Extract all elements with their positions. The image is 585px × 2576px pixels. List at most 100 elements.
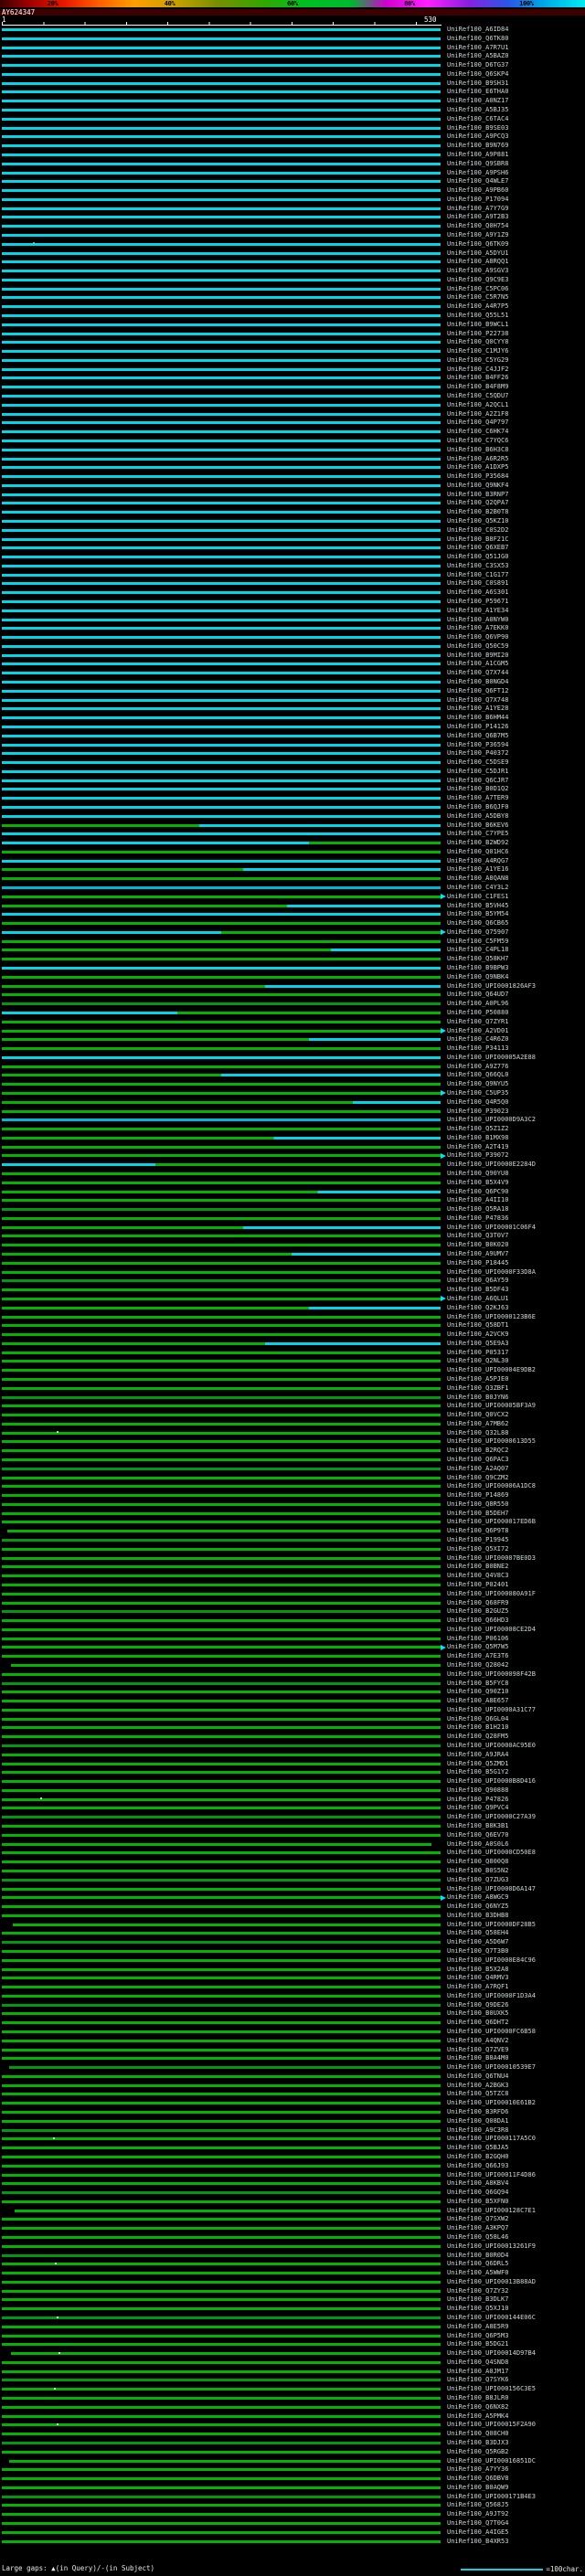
alignment-bar[interactable] bbox=[2, 2504, 441, 2507]
alignment-bar[interactable] bbox=[2, 1270, 441, 1274]
hit-label[interactable]: UniRef100_UPI000080A91F bbox=[447, 1590, 584, 1599]
alignment-bar[interactable] bbox=[2, 135, 441, 139]
alignment-bar[interactable] bbox=[2, 1279, 441, 1283]
hit-label[interactable]: UniRef100_UPI0000E2284D bbox=[447, 1161, 584, 1170]
hit-label[interactable]: UniRef100_A4QNV2 bbox=[447, 2037, 584, 2046]
hit-label[interactable]: UniRef100_UPI0000FC6B58 bbox=[447, 2028, 584, 2037]
hit-label[interactable]: UniRef100_UPI00007BE0D3 bbox=[447, 1554, 584, 1564]
hit-label[interactable]: UniRef100_Q5XI72 bbox=[447, 1545, 584, 1554]
alignment-bar[interactable] bbox=[2, 779, 441, 782]
alignment-bar[interactable] bbox=[2, 2182, 441, 2186]
hit-label[interactable]: UniRef100_A7R7U1 bbox=[447, 44, 584, 53]
alignment-bar[interactable] bbox=[11, 2352, 441, 2356]
hit-label[interactable]: UniRef100_UPI00004E9DB2 bbox=[447, 1366, 584, 1375]
alignment-bar[interactable] bbox=[2, 1691, 441, 1694]
alignment-bar[interactable] bbox=[2, 2057, 441, 2061]
hit-label[interactable]: UniRef100_UPI0000AC95E0 bbox=[447, 1742, 584, 1751]
alignment-bar[interactable] bbox=[2, 2513, 441, 2517]
alignment-bar[interactable] bbox=[2, 2003, 441, 2007]
hit-label[interactable]: UniRef100_Q7ZYR1 bbox=[447, 1018, 584, 1027]
alignment-bar[interactable] bbox=[2, 2083, 441, 2087]
hit-label[interactable]: UniRef100_UPI0000D9A3C2 bbox=[447, 1116, 584, 1125]
alignment-bar[interactable] bbox=[2, 528, 441, 532]
alignment-bar[interactable] bbox=[2, 296, 441, 300]
hit-label[interactable]: UniRef100_A6QLU1 bbox=[447, 1295, 584, 1304]
alignment-bar[interactable] bbox=[2, 475, 441, 479]
hit-label[interactable]: UniRef100_Q7SYK6 bbox=[447, 2376, 584, 2385]
hit-label[interactable]: UniRef100_A9T2B3 bbox=[447, 213, 584, 222]
alignment-bar[interactable] bbox=[2, 2227, 441, 2231]
alignment-bar[interactable] bbox=[2, 1592, 441, 1595]
alignment-bar[interactable] bbox=[2, 1744, 441, 1747]
alignment-bar[interactable] bbox=[2, 2414, 441, 2418]
hit-label[interactable]: UniRef100_C5UP35 bbox=[447, 1089, 584, 1098]
alignment-bar[interactable] bbox=[9, 2066, 441, 2070]
hit-label[interactable]: UniRef100_Q5KZ10 bbox=[447, 517, 584, 526]
hit-label[interactable]: UniRef100_B5X4V9 bbox=[447, 1179, 584, 1188]
hit-label[interactable]: UniRef100_Q28FM5 bbox=[447, 1733, 584, 1742]
hit-label[interactable]: UniRef100_Q5Z1Z2 bbox=[447, 1125, 584, 1134]
hit-label[interactable]: UniRef100_A7TER9 bbox=[447, 794, 584, 803]
alignment-bar[interactable] bbox=[2, 1431, 441, 1435]
hit-label[interactable]: UniRef100_UPI0000C27A39 bbox=[447, 1813, 584, 1822]
alignment-bar[interactable] bbox=[2, 341, 441, 345]
hit-label[interactable]: UniRef100_B5XFN0 bbox=[447, 2198, 584, 2207]
alignment-bar[interactable] bbox=[2, 1726, 441, 1730]
alignment-bar[interactable] bbox=[2, 1958, 441, 1962]
hit-label[interactable]: UniRef100_UPI0000A31C77 bbox=[447, 1706, 584, 1715]
hit-label[interactable]: UniRef100_A2BGK3 bbox=[447, 2082, 584, 2091]
hit-label[interactable]: UniRef100_B3DJX3 bbox=[447, 2439, 584, 2448]
alignment-bar[interactable] bbox=[2, 1565, 441, 1569]
hit-label[interactable]: UniRef100_UPI0000B8D416 bbox=[447, 1777, 584, 1786]
hit-label[interactable]: UniRef100_Q6FT12 bbox=[447, 687, 584, 696]
alignment-bar[interactable] bbox=[2, 403, 441, 407]
hit-label[interactable]: UniRef100_B3RFD6 bbox=[447, 2108, 584, 2117]
alignment-bar[interactable] bbox=[2, 1887, 441, 1891]
alignment-bar[interactable] bbox=[2, 913, 441, 917]
alignment-bar[interactable] bbox=[2, 216, 441, 219]
alignment-bar[interactable] bbox=[2, 842, 441, 845]
hit-label[interactable]: UniRef100_Q6NX82 bbox=[447, 2403, 584, 2412]
alignment-bar[interactable] bbox=[2, 1556, 441, 1560]
hit-label[interactable]: UniRef100_UPI000117A5C0 bbox=[447, 2135, 584, 2144]
hit-label[interactable]: UniRef100_B8K3B1 bbox=[447, 1822, 584, 1831]
hit-label[interactable]: UniRef100_A9PSH6 bbox=[447, 169, 584, 178]
alignment-bar[interactable] bbox=[2, 1655, 441, 1659]
alignment-bar[interactable] bbox=[2, 1002, 441, 1006]
hit-label[interactable]: UniRef100_A6R2R5 bbox=[447, 455, 584, 464]
hit-label[interactable]: UniRef100_B1MX98 bbox=[447, 1134, 584, 1143]
hit-label[interactable]: UniRef100_UPI0000F1D3A4 bbox=[447, 1992, 584, 2001]
alignment-bar[interactable] bbox=[2, 975, 441, 979]
hit-label[interactable]: UniRef100_A8E657 bbox=[447, 1697, 584, 1706]
hit-label[interactable]: UniRef100_B0JYN6 bbox=[447, 1394, 584, 1403]
hit-label[interactable]: UniRef100_Q5XJ10 bbox=[447, 2305, 584, 2314]
hit-label[interactable]: UniRef100_B6H3C8 bbox=[447, 446, 584, 455]
alignment-bar[interactable] bbox=[2, 2379, 441, 2382]
alignment-bar[interactable] bbox=[2, 984, 441, 988]
hit-label[interactable]: UniRef100_A0NYW0 bbox=[447, 616, 584, 625]
hit-label[interactable]: UniRef100_Q6DRL5 bbox=[447, 2260, 584, 2269]
hit-label[interactable]: UniRef100_A9PCQ3 bbox=[447, 133, 584, 142]
alignment-bar[interactable] bbox=[2, 2039, 441, 2042]
hit-label[interactable]: UniRef100_A5DYU1 bbox=[447, 249, 584, 259]
alignment-bar[interactable] bbox=[2, 672, 441, 675]
hit-label[interactable]: UniRef100_Q58L46 bbox=[447, 2233, 584, 2242]
hit-label[interactable]: UniRef100_P50880 bbox=[447, 1009, 584, 1018]
alignment-bar[interactable] bbox=[2, 1619, 441, 1623]
alignment-bar[interactable] bbox=[7, 1530, 441, 1533]
hit-label[interactable]: UniRef100_UPI0000DF28B5 bbox=[447, 1921, 584, 1930]
alignment-bar[interactable] bbox=[2, 1476, 441, 1479]
alignment-bar[interactable] bbox=[2, 2218, 441, 2221]
hit-label[interactable]: UniRef100_A8KBV4 bbox=[447, 2179, 584, 2189]
alignment-bar[interactable] bbox=[2, 1574, 441, 1578]
alignment-bar[interactable] bbox=[2, 769, 441, 773]
hit-label[interactable]: UniRef100_A5BAZ0 bbox=[447, 52, 584, 61]
hit-label[interactable]: UniRef100_A7EKK0 bbox=[447, 624, 584, 633]
alignment-bar[interactable] bbox=[2, 1055, 441, 1059]
alignment-bar[interactable] bbox=[2, 716, 441, 720]
alignment-bar[interactable] bbox=[2, 1681, 441, 1685]
hit-label[interactable]: UniRef100_Q75907 bbox=[447, 928, 584, 938]
alignment-bar[interactable] bbox=[2, 850, 441, 853]
alignment-bar[interactable] bbox=[2, 1360, 441, 1363]
alignment-bar[interactable] bbox=[2, 81, 441, 85]
